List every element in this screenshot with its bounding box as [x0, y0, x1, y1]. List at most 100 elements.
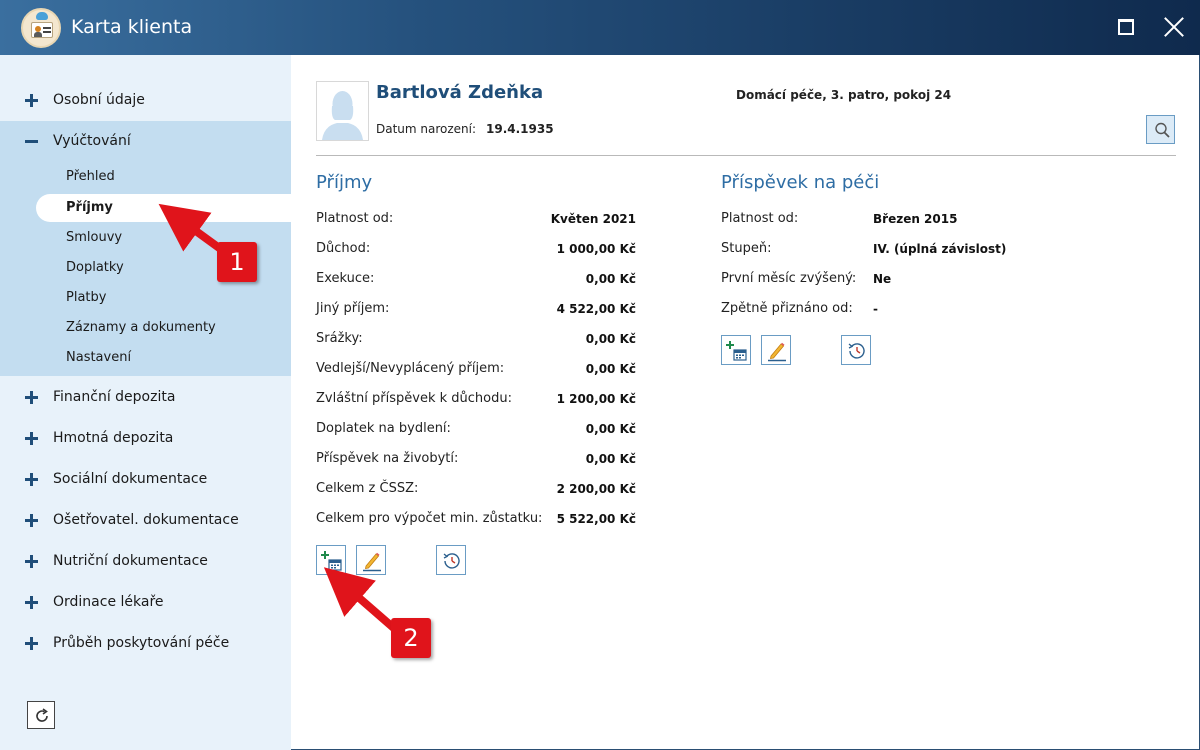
income-history-button[interactable]: [436, 545, 466, 575]
dob-label: Datum narození:: [376, 122, 477, 136]
care-edit-button[interactable]: [761, 335, 791, 365]
plus-icon: [25, 432, 38, 445]
minus-icon: [25, 135, 38, 148]
sidebar-item-label: Ošetřovatel. dokumentace: [53, 512, 239, 528]
sidebar-subitem-nastaveni[interactable]: Nastavení: [0, 344, 291, 372]
plus-icon: [25, 473, 38, 486]
sidebar-subitem-label: Doplatky: [66, 260, 124, 275]
income-row-value: 1 000,00 Kč: [556, 242, 636, 256]
maximize-button[interactable]: [1113, 14, 1139, 40]
care-add-button[interactable]: [721, 335, 751, 365]
income-row-value: Květen 2021: [550, 212, 636, 226]
add-calendar-icon: [321, 551, 342, 571]
income-row-value: 0,00 Kč: [585, 362, 636, 376]
plus-icon: [25, 514, 38, 527]
add-calendar-icon: [726, 341, 747, 361]
search-button[interactable]: [1146, 115, 1175, 144]
history-icon: [443, 553, 460, 569]
income-row-label: Celkem pro výpočet min. zůstatku:: [316, 511, 543, 526]
income-row-label: Platnost od:: [316, 211, 394, 226]
income-row-label: Jiný příjem:: [316, 301, 390, 316]
sidebar-item-label: Nutriční dokumentace: [53, 553, 208, 569]
sidebar-item-nutricni-dokumentace[interactable]: Nutriční dokumentace: [0, 542, 291, 582]
income-row-label: Doplatek na bydlení:: [316, 421, 451, 436]
sidebar: Osobní údaje Vyúčtování Přehled Příjmy S…: [0, 55, 291, 750]
income-row-value: 0,00 Kč: [585, 332, 636, 346]
sidebar-item-osetrovatel-dokumentace[interactable]: Ošetřovatel. dokumentace: [0, 501, 291, 541]
care-history-button[interactable]: [841, 335, 871, 365]
income-row-label: Důchod:: [316, 241, 371, 256]
sidebar-item-label: Vyúčtování: [53, 133, 131, 149]
sidebar-subitem-label: Smlouvy: [66, 230, 123, 245]
care-row-value: Březen 2015: [873, 212, 958, 226]
person-silhouette-icon: [317, 82, 368, 140]
income-row-label: Srážky:: [316, 331, 363, 346]
care-row-label: Platnost od:: [721, 211, 799, 226]
income-row-label: Zvláštní příspěvek k důchodu:: [316, 391, 512, 406]
income-row-value: 4 522,00 Kč: [556, 302, 636, 316]
sidebar-item-prubeh-poskytovani-pece[interactable]: Průběh poskytování péče: [0, 624, 291, 664]
header-divider: [316, 155, 1176, 156]
client-photo: [316, 81, 369, 141]
income-row-label: Příspěvek na živobytí:: [316, 451, 459, 466]
sidebar-item-vyuctovani[interactable]: Vyúčtování: [0, 122, 291, 162]
history-icon: [848, 343, 865, 359]
title-bar: Karta klienta: [0, 0, 1200, 55]
sidebar-subitem-prijmy[interactable]: Příjmy: [36, 194, 291, 222]
income-row-label: Vedlejší/Nevyplácený příjem:: [316, 361, 505, 376]
window-title: Karta klienta: [71, 16, 193, 38]
plus-icon: [25, 596, 38, 609]
dob-value: 19.4.1935: [486, 122, 554, 136]
sidebar-subitem-prehled[interactable]: Přehled: [0, 163, 291, 191]
sidebar-item-osobni-udaje[interactable]: Osobní údaje: [0, 81, 291, 121]
income-row-value: 0,00 Kč: [585, 272, 636, 286]
pencil-icon: [363, 552, 381, 572]
income-row-value: 0,00 Kč: [585, 422, 636, 436]
sidebar-item-label: Průběh poskytování péče: [53, 635, 230, 651]
maximize-icon: [1118, 19, 1134, 35]
care-row-label: Zpětně přiznáno od:: [721, 301, 853, 316]
care-section-title: Příspěvek na péči: [721, 172, 880, 193]
sidebar-subitem-zaznamy-a-dokumenty[interactable]: Záznamy a dokumenty: [0, 314, 291, 342]
sidebar-item-label: Ordinace lékaře: [53, 594, 164, 610]
sidebar-item-label: Osobní údaje: [53, 92, 145, 108]
refresh-button[interactable]: [27, 701, 55, 729]
sidebar-subitem-label: Záznamy a dokumenty: [66, 320, 216, 335]
sidebar-item-label: Sociální dokumentace: [53, 471, 208, 487]
sidebar-subitem-label: Přehled: [66, 169, 115, 184]
sidebar-item-ordinace-lekare[interactable]: Ordinace lékaře: [0, 583, 291, 623]
sidebar-item-hmotna-depozita[interactable]: Hmotná depozita: [0, 419, 291, 459]
care-row-label: Stupeň:: [721, 241, 772, 256]
sidebar-subitem-label: Příjmy: [66, 200, 113, 215]
annotation-callout-1: 1: [217, 242, 257, 282]
sidebar-subitem-label: Nastavení: [66, 350, 132, 365]
income-row-value: 2 200,00 Kč: [556, 482, 636, 496]
plus-icon: [25, 391, 38, 404]
client-name: Bartlová Zdeňka: [376, 82, 544, 103]
pencil-icon: [768, 342, 786, 362]
income-add-button[interactable]: [316, 545, 346, 575]
search-icon: [1155, 122, 1170, 138]
sidebar-item-financni-depozita[interactable]: Finanční depozita: [0, 378, 291, 418]
annotation-callout-2: 2: [391, 618, 431, 658]
sidebar-item-label: Hmotná depozita: [53, 430, 174, 446]
client-card-app-icon: [21, 8, 61, 48]
sidebar-item-socialni-dokumentace[interactable]: Sociální dokumentace: [0, 460, 291, 500]
income-row-value: 0,00 Kč: [585, 452, 636, 466]
plus-icon: [25, 637, 38, 650]
client-location: Domácí péče, 3. patro, pokoj 24: [736, 88, 952, 102]
sidebar-subitem-platby[interactable]: Platby: [0, 284, 291, 312]
plus-icon: [25, 555, 38, 568]
sidebar-subitem-label: Platby: [66, 290, 107, 305]
care-row-value: Ne: [873, 272, 892, 286]
income-row-value: 1 200,00 Kč: [556, 392, 636, 406]
plus-icon: [25, 94, 38, 107]
close-button[interactable]: [1161, 14, 1187, 40]
refresh-icon: [36, 708, 48, 722]
income-edit-button[interactable]: [356, 545, 386, 575]
income-section-title: Příjmy: [316, 172, 373, 193]
care-row-label: První měsíc zvýšený:: [721, 271, 857, 286]
income-row-label: Exekuce:: [316, 271, 375, 286]
income-row-value: 5 522,00 Kč: [556, 512, 636, 526]
care-row-value: IV. (úplná závislost): [873, 242, 1007, 256]
